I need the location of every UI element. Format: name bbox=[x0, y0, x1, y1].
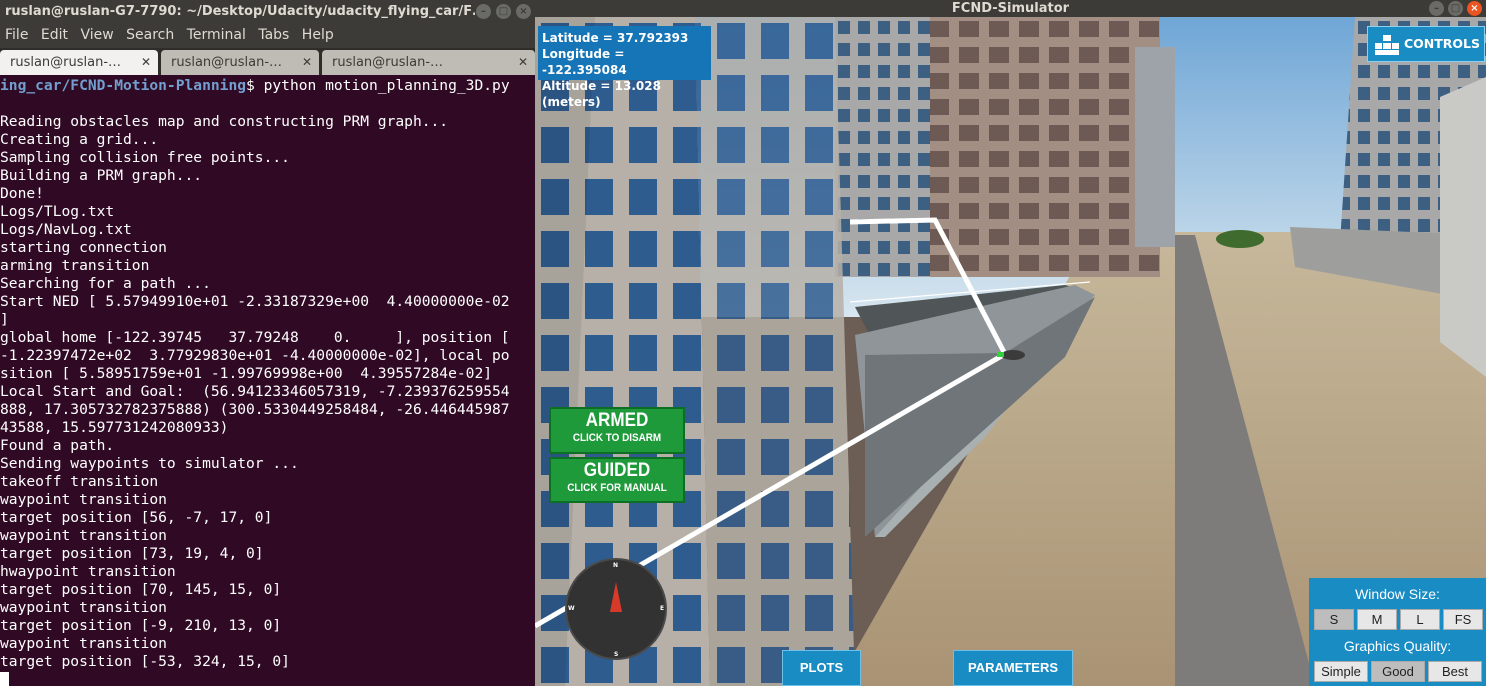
guided-title: GUIDED bbox=[583, 460, 651, 481]
menu-file[interactable]: File bbox=[5, 27, 28, 43]
controls-icon bbox=[1375, 35, 1399, 55]
terminal-cursor bbox=[0, 672, 9, 686]
close-icon[interactable]: × bbox=[1467, 1, 1482, 16]
terminal-line: waypoint transition bbox=[0, 635, 167, 652]
tab-close-icon[interactable]: ✕ bbox=[141, 50, 151, 75]
controls-button[interactable]: CONTROLS bbox=[1367, 26, 1485, 62]
terminal-line: Logs/TLog.txt bbox=[0, 203, 115, 220]
simulator-titlebar[interactable]: FCND-Simulator – □ × bbox=[535, 0, 1486, 17]
window-size-l-button[interactable]: L bbox=[1400, 609, 1440, 630]
terminal-line: Found a path. bbox=[0, 437, 115, 454]
position-readout: Latitude = 37.792393 Longitude = -122.39… bbox=[538, 26, 711, 109]
terminal-line: starting connection bbox=[0, 239, 167, 256]
desktop: ruslan@ruslan-G7-7790: ~/Desktop/Udacity… bbox=[0, 0, 1486, 686]
terminal-tab-2[interactable]: ruslan@ruslan-… ✕ bbox=[161, 50, 319, 75]
settings-panel: Window Size: S M L FS Graphics Quality: … bbox=[1309, 578, 1486, 686]
maximize-icon[interactable]: □ bbox=[1448, 1, 1463, 16]
controls-label: CONTROLS bbox=[1404, 36, 1481, 51]
minimize-icon[interactable]: – bbox=[476, 4, 491, 19]
terminal-line: Creating a grid... bbox=[0, 131, 159, 148]
terminal-lines: Reading obstacles map and constructing P… bbox=[0, 95, 535, 671]
terminal-line: Local Start and Goal: (56.94123346057319… bbox=[0, 383, 510, 400]
terminal-line: Sending waypoints to simulator ... bbox=[0, 455, 299, 472]
guided-button[interactable]: GUIDED CLICK FOR MANUAL bbox=[549, 457, 685, 503]
terminal-line: arming transition bbox=[0, 257, 150, 274]
terminal-line: global home [-122.39745 37.79248 0. ], p… bbox=[0, 329, 510, 346]
quality-simple-button[interactable]: Simple bbox=[1314, 661, 1368, 682]
terminal-line: waypoint transition bbox=[0, 491, 167, 508]
terminal-line: target position [70, 145, 15, 0] bbox=[0, 581, 282, 598]
terminal-line: Searching for a path ... bbox=[0, 275, 211, 292]
terminal-line: target position [73, 19, 4, 0] bbox=[0, 545, 264, 562]
terminal-line: Start NED [ 5.57949910e+01 -2.33187329e+… bbox=[0, 293, 510, 310]
terminal-line: 888, 17.305732782375888) (300.5330449258… bbox=[0, 401, 510, 418]
tab-label: ruslan@ruslan-… bbox=[171, 55, 283, 70]
terminal-line: target position [56, -7, 17, 0] bbox=[0, 509, 273, 526]
terminal-menubar: File Edit View Search Terminal Tabs Help bbox=[0, 23, 535, 48]
guided-subtitle: CLICK FOR MANUAL bbox=[567, 482, 667, 494]
parameters-button[interactable]: PARAMETERS bbox=[953, 650, 1073, 686]
maximize-icon[interactable]: □ bbox=[496, 4, 511, 19]
tab-label: ruslan@ruslan-… bbox=[10, 55, 122, 70]
armed-title: ARMED bbox=[585, 410, 649, 431]
terminal-line: target position [-53, 324, 15, 0] bbox=[0, 653, 290, 670]
latitude-readout: Latitude = 37.792393 bbox=[542, 31, 689, 45]
terminal-line: ] bbox=[0, 311, 9, 328]
terminal-tab-3[interactable]: ruslan@ruslan-… ✕ bbox=[322, 50, 535, 75]
terminal-titlebar[interactable]: ruslan@ruslan-G7-7790: ~/Desktop/Udacity… bbox=[0, 0, 535, 23]
prompt-command: $ python motion_planning_3D.py bbox=[246, 77, 510, 94]
tab-close-icon[interactable]: ✕ bbox=[302, 50, 312, 75]
altitude-readout: Altitude = 13.028 (meters) bbox=[542, 79, 661, 109]
window-size-m-button[interactable]: M bbox=[1357, 609, 1397, 630]
terminal-tab-bar: ruslan@ruslan-… ✕ ruslan@ruslan-… ✕ rusl… bbox=[0, 48, 535, 75]
terminal-line: takeoff transition bbox=[0, 473, 159, 490]
terminal-line: target position [-9, 210, 13, 0] bbox=[0, 617, 282, 634]
terminal-title: ruslan@ruslan-G7-7790: ~/Desktop/Udacity… bbox=[5, 4, 475, 19]
window-size-label: Window Size: bbox=[1355, 586, 1440, 602]
terminal-line: 43588, 15.597731242080933) bbox=[0, 419, 229, 436]
terminal-output[interactable]: ing_car/FCND-Motion-Planning$ python mot… bbox=[0, 77, 535, 686]
simulator-window: FCND-Simulator – □ × N S E W Latitude = … bbox=[535, 0, 1486, 686]
armed-button[interactable]: ARMED CLICK TO DISARM bbox=[549, 407, 685, 454]
menu-view[interactable]: View bbox=[80, 27, 113, 43]
longitude-readout: Longitude = -122.395084 bbox=[542, 47, 627, 77]
quality-good-button[interactable]: Good bbox=[1371, 661, 1425, 682]
terminal-line: hwaypoint transition bbox=[0, 563, 176, 580]
terminal-line: waypoint transition bbox=[0, 527, 167, 544]
terminal-line: Sampling collision free points... bbox=[0, 149, 290, 166]
terminal-line: Reading obstacles map and constructing P… bbox=[0, 113, 449, 130]
menu-search[interactable]: Search bbox=[126, 27, 174, 43]
menu-help[interactable]: Help bbox=[302, 27, 334, 43]
compass-icon bbox=[566, 559, 666, 659]
armed-subtitle: CLICK TO DISARM bbox=[572, 432, 662, 444]
quality-best-button[interactable]: Best bbox=[1428, 661, 1482, 682]
prompt-path: ing_car/FCND-Motion-Planning bbox=[0, 77, 247, 94]
menu-terminal[interactable]: Terminal bbox=[187, 27, 246, 43]
plots-button[interactable]: PLOTS bbox=[782, 650, 861, 686]
simulator-title: FCND-Simulator bbox=[951, 1, 1070, 16]
graphics-quality-label: Graphics Quality: bbox=[1343, 638, 1452, 654]
tab-label: ruslan@ruslan-… bbox=[332, 55, 444, 70]
terminal-window: ruslan@ruslan-G7-7790: ~/Desktop/Udacity… bbox=[0, 0, 535, 686]
terminal-tab-1[interactable]: ruslan@ruslan-… ✕ bbox=[0, 50, 158, 75]
menu-edit[interactable]: Edit bbox=[41, 27, 68, 43]
window-size-s-button[interactable]: S bbox=[1314, 609, 1354, 630]
terminal-line: sition [ 5.58951759e+01 -1.99769998e+00 … bbox=[0, 365, 493, 382]
tab-close-icon[interactable]: ✕ bbox=[518, 50, 528, 75]
terminal-line: waypoint transition bbox=[0, 599, 167, 616]
menu-tabs[interactable]: Tabs bbox=[258, 27, 289, 43]
terminal-line: Done! bbox=[0, 185, 44, 202]
terminal-line: Logs/NavLog.txt bbox=[0, 221, 132, 238]
terminal-line: Building a PRM graph... bbox=[0, 167, 203, 184]
close-icon[interactable]: × bbox=[516, 4, 531, 19]
minimize-icon[interactable]: – bbox=[1429, 1, 1444, 16]
terminal-line: -1.22397472e+02 3.77929830e+01 -4.400000… bbox=[0, 347, 510, 364]
window-size-fs-button[interactable]: FS bbox=[1443, 609, 1483, 630]
